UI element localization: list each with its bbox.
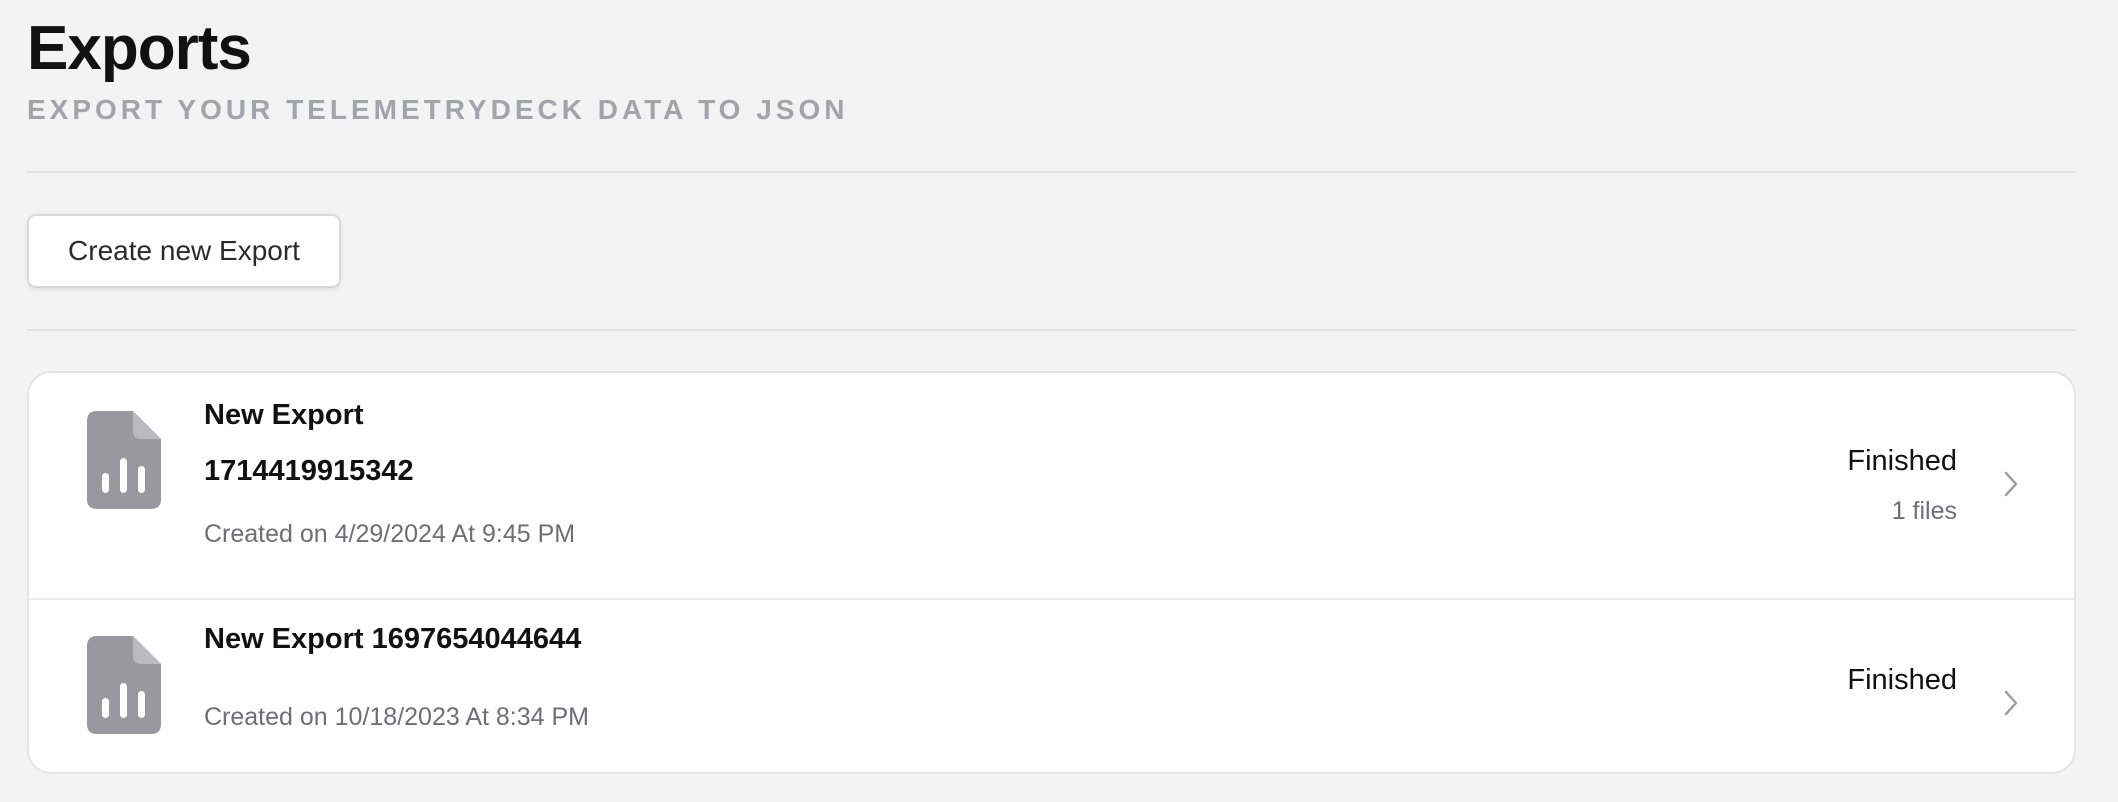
toolbar-divider [27,329,2076,331]
export-row[interactable]: New Export 1714419915342 Created on 4/29… [29,373,2074,598]
export-name: New Export 1714419915342 [204,399,414,487]
export-status: Finished [1847,445,1957,477]
export-row[interactable]: New Export 1697654044644 Created on 10/1… [29,598,2074,772]
file-chart-icon [87,636,161,734]
export-status: Finished [1847,664,1957,696]
export-name: New Export 1697654044644 [204,623,582,655]
export-created-date: Created on 4/29/2024 At 9:45 PM [204,520,576,548]
export-created-date: Created on 10/18/2023 At 8:34 PM [204,703,589,731]
page-title: Exports [27,14,252,83]
page-subtitle: EXPORT YOUR TELEMETRYDECK DATA TO JSON [27,94,849,125]
exports-list: New Export 1714419915342 Created on 4/29… [27,371,2076,774]
create-new-export-button[interactable]: Create new Export [27,214,341,288]
file-chart-icon [87,411,161,509]
header-divider [27,171,2076,173]
chevron-right-icon [2004,690,2018,716]
export-file-count: 1 files [1891,497,1957,525]
chevron-right-icon [2004,471,2018,497]
